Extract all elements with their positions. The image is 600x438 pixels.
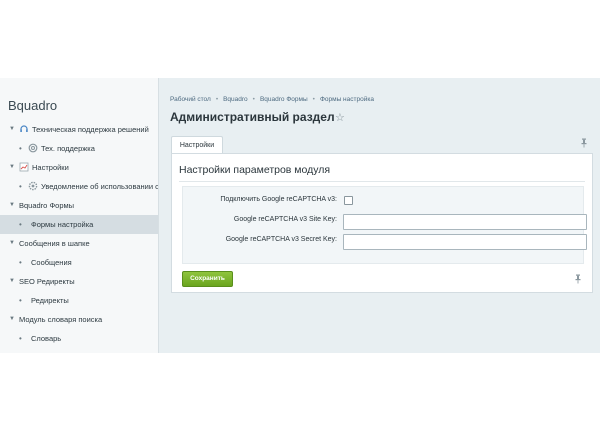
admin-frame: Bquadro ▼ Техническая поддержка решений … — [0, 78, 600, 353]
chevron-down-icon[interactable]: ▼ — [8, 310, 16, 329]
sidebar-item-tech-support[interactable]: • Тех. поддержка — [0, 139, 158, 158]
secret-key-input[interactable] — [343, 234, 587, 250]
sidebar-item-label: Bquadro Формы — [19, 201, 75, 210]
bullet-icon: • — [19, 296, 22, 305]
sidebar-item-forms-settings[interactable]: • Формы настройка — [0, 215, 158, 234]
sidebar-item-label: Словарь — [31, 334, 62, 343]
recaptcha-enable-checkbox[interactable] — [344, 196, 353, 205]
sidebar-item-header-messages[interactable]: ▼ Сообщения в шапке — [0, 234, 158, 253]
chart-icon — [19, 162, 29, 172]
sidebar-item-label: Модуль словаря поиска — [19, 315, 103, 324]
pin-icon[interactable] — [580, 138, 588, 148]
panel-title: Настройки параметров модуля — [179, 164, 331, 176]
breadcrumb-item[interactable]: Рабочий стол — [170, 96, 211, 103]
sidebar-item-label: Редиректы — [31, 296, 69, 305]
chevron-down-icon[interactable]: ▼ — [8, 234, 16, 253]
breadcrumb-item[interactable]: Bquadro — [223, 96, 248, 103]
chevron-down-icon[interactable]: ▼ — [8, 158, 16, 177]
sidebar-item-redirects[interactable]: • Редиректы — [0, 291, 158, 310]
sidebar-item-tech-support-solutions[interactable]: ▼ Техническая поддержка решений — [0, 120, 158, 139]
sidebar-item-label: Сообщения в шапке — [19, 239, 90, 248]
site-key-input[interactable] — [343, 214, 587, 230]
chevron-down-icon[interactable]: ▼ — [8, 272, 16, 291]
sidebar-item-label: Сообщения — [31, 258, 72, 267]
panel-divider — [179, 181, 585, 182]
breadcrumb-separator: • — [252, 96, 255, 103]
sidebar-item-cookie-notice[interactable]: • Уведомление об использовании cook — [0, 177, 158, 196]
settings-form: Подключить Google reCAPTCHA v3: Google r… — [182, 186, 587, 264]
gear-icon — [28, 181, 38, 191]
sidebar-item-seo-redirects[interactable]: ▼ SEO Редиректы — [0, 272, 158, 291]
lifebuoy-icon — [28, 143, 38, 153]
bullet-icon: • — [19, 220, 22, 229]
site-key-label: Google reCAPTCHA v3 Site Key: — [233, 216, 337, 223]
breadcrumb-item[interactable]: Формы настройка — [320, 96, 374, 103]
star-icon[interactable]: ☆ — [335, 111, 345, 124]
tab-settings[interactable]: Настройки — [171, 136, 223, 154]
sidebar-nav: ▼ Техническая поддержка решений • Тех. п… — [0, 120, 158, 348]
save-button[interactable]: Сохранить — [182, 271, 233, 287]
headset-icon — [20, 125, 28, 132]
chevron-down-icon[interactable]: ▼ — [8, 120, 16, 139]
pin-icon[interactable] — [574, 274, 582, 284]
brand-title: Bquadro — [8, 98, 58, 113]
breadcrumb-item[interactable]: Bquadro Формы — [260, 96, 308, 103]
bullet-icon: • — [19, 258, 22, 267]
bullet-icon: • — [19, 144, 22, 153]
settings-panel: Настройки параметров модуля Подключить G… — [171, 153, 593, 293]
sidebar-item-bquadro-forms[interactable]: ▼ Bquadro Формы — [0, 196, 158, 215]
breadcrumb: Рабочий стол • Bquadro • Bquadro Формы • Формы… — [170, 96, 374, 103]
page-title: Административный раздел — [170, 110, 335, 124]
secret-key-label: Google reCAPTCHA v3 Secret Key: — [225, 236, 337, 243]
sidebar-item-label: Техническая поддержка решений — [32, 125, 149, 134]
sidebar-item-messages[interactable]: • Сообщения — [0, 253, 158, 272]
breadcrumb-separator: • — [312, 96, 315, 103]
sidebar-item-label: Настройки — [32, 163, 69, 172]
bullet-icon: • — [19, 182, 22, 191]
sidebar-item-dictionary[interactable]: • Словарь — [0, 329, 158, 348]
recaptcha-enable-label: Подключить Google reCAPTCHA v3: — [220, 196, 337, 203]
breadcrumb-separator: • — [215, 96, 219, 103]
sidebar-item-label: Тех. поддержка — [41, 144, 95, 153]
sidebar-item-label: Формы настройка — [31, 220, 94, 229]
bullet-icon: • — [19, 334, 22, 343]
sidebar-item-label: SEO Редиректы — [19, 277, 75, 286]
sidebar-item-label: Уведомление об использовании cook — [41, 182, 159, 191]
main-content: Рабочий стол • Bquadro • Bquadro Формы • Формы… — [159, 78, 600, 353]
chevron-down-icon[interactable]: ▼ — [8, 196, 16, 215]
sidebar-item-search-dictionary-module[interactable]: ▼ Модуль словаря поиска — [0, 310, 158, 329]
sidebar: Bquadro ▼ Техническая поддержка решений … — [0, 78, 159, 353]
sidebar-item-settings[interactable]: ▼ Настройки — [0, 158, 158, 177]
